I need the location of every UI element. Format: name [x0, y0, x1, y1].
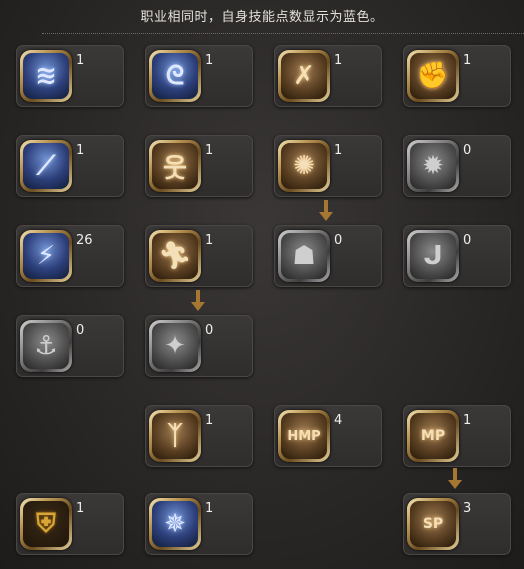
feather-wing-icon: ≋ — [23, 53, 69, 99]
skill-level: 1 — [334, 53, 343, 68]
flip-kick-icon: ✗ — [281, 53, 327, 99]
skill-frame: ✊ — [407, 50, 459, 102]
prerequisite-arrow-icon — [191, 290, 205, 312]
skill-slot-r6c4[interactable]: SP 3 — [403, 493, 511, 555]
fist-icon: ✊ — [410, 53, 456, 99]
skill-frame: MP — [407, 410, 459, 462]
body-icon: ☗ — [281, 233, 327, 279]
skill-slot-r6c1[interactable]: ⛨ 1 — [16, 493, 124, 555]
skill-level: 1 — [205, 143, 214, 158]
skill-slot-r3c4[interactable]: ᒍ 0 — [403, 225, 511, 287]
skill-frame: ✺ — [278, 140, 330, 192]
skill-frame: 🏃︎ — [149, 230, 201, 282]
skill-frame: ≋ — [20, 50, 72, 102]
sp-burst-icon: ✹ — [410, 143, 456, 189]
skill-slot-r4c2[interactable]: ✦ 0 — [145, 315, 253, 377]
mp-icon: MP — [410, 413, 456, 459]
skill-frame: ✵ — [149, 498, 201, 550]
skill-slot-r5c4[interactable]: MP 1 — [403, 405, 511, 467]
skill-level: 0 — [205, 323, 214, 338]
skill-slot-r2c4[interactable]: ✹ 0 — [403, 135, 511, 197]
skill-slot-r6c2[interactable]: ✵ 1 — [145, 493, 253, 555]
skill-frame: ✦ — [149, 320, 201, 372]
skill-tree: ≋ 1 ᘓ 1 ✗ 1 ✊ 1 ⟋ 1 웃 1 ✺ 1 ✹ 0 ⚡ 26 🏃︎ … — [0, 0, 524, 569]
arm-icon: ᒍ — [410, 233, 456, 279]
skill-level: 0 — [334, 233, 343, 248]
skill-frame: ᒍ — [407, 230, 459, 282]
skill-frame: ᘓ — [149, 50, 201, 102]
anchor-icon: ⚓ — [23, 323, 69, 369]
crash-icon: ✦ — [152, 323, 198, 369]
skill-slot-r1c1[interactable]: ≋ 1 — [16, 45, 124, 107]
run-icon: 🏃︎ — [152, 233, 198, 279]
strike-icon: ⚡ — [23, 233, 69, 279]
skill-frame: ⚡ — [20, 230, 72, 282]
skill-level: 1 — [76, 143, 85, 158]
skill-level: 0 — [463, 143, 472, 158]
skill-slot-r3c1[interactable]: ⚡ 26 — [16, 225, 124, 287]
skill-level: 1 — [205, 53, 214, 68]
skill-level: 1 — [76, 53, 85, 68]
skill-slot-r4c1[interactable]: ⚓ 0 — [16, 315, 124, 377]
skill-slot-r5c3[interactable]: HMP 4 — [274, 405, 382, 467]
stance-icon: ᛉ — [152, 413, 198, 459]
skill-level: 26 — [76, 233, 93, 248]
figure-icon: 웃 — [152, 143, 198, 189]
skill-level: 4 — [334, 413, 343, 428]
skill-frame: ✹ — [407, 140, 459, 192]
prerequisite-arrow-icon — [448, 468, 462, 490]
skill-level: 0 — [76, 323, 85, 338]
skill-level: 0 — [463, 233, 472, 248]
skill-frame: ⛨ — [20, 498, 72, 550]
hp-mp-icon: HMP — [281, 413, 327, 459]
sp-icon: SP — [410, 501, 456, 547]
punch-icon: ✺ — [281, 143, 327, 189]
skill-level: 1 — [334, 143, 343, 158]
skill-frame: ⚓ — [20, 320, 72, 372]
aura-icon: ✵ — [152, 501, 198, 547]
skill-slot-r3c3[interactable]: ☗ 0 — [274, 225, 382, 287]
skill-slot-r2c3[interactable]: ✺ 1 — [274, 135, 382, 197]
skill-slot-r2c2[interactable]: 웃 1 — [145, 135, 253, 197]
skill-level: 1 — [463, 53, 472, 68]
skill-frame: SP — [407, 498, 459, 550]
skill-frame: HMP — [278, 410, 330, 462]
skill-level: 1 — [463, 413, 472, 428]
skill-level: 1 — [205, 413, 214, 428]
skill-level: 1 — [205, 501, 214, 516]
skill-slot-r1c2[interactable]: ᘓ 1 — [145, 45, 253, 107]
skill-frame: 웃 — [149, 140, 201, 192]
shield-icon: ⛨ — [23, 501, 69, 547]
skill-slot-r1c4[interactable]: ✊ 1 — [403, 45, 511, 107]
skill-slot-r1c3[interactable]: ✗ 1 — [274, 45, 382, 107]
skill-frame: ᛉ — [149, 410, 201, 462]
skill-level: 1 — [76, 501, 85, 516]
skill-slot-r5c2[interactable]: ᛉ 1 — [145, 405, 253, 467]
skill-level: 1 — [205, 233, 214, 248]
skill-slot-r2c1[interactable]: ⟋ 1 — [16, 135, 124, 197]
skill-slot-r3c2[interactable]: 🏃︎ 1 — [145, 225, 253, 287]
slash-icon: ⟋ — [23, 143, 69, 189]
skill-frame: ⟋ — [20, 140, 72, 192]
swirl-icon: ᘓ — [152, 53, 198, 99]
skill-frame: ☗ — [278, 230, 330, 282]
skill-frame: ✗ — [278, 50, 330, 102]
skill-level: 3 — [463, 501, 472, 516]
prerequisite-arrow-icon — [319, 200, 333, 222]
